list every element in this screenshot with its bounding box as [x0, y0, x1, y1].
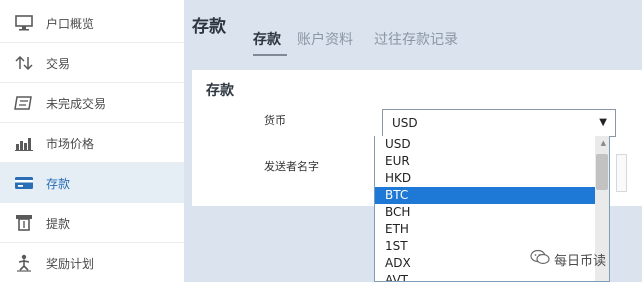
transfer-icon [14, 54, 34, 72]
currency-option[interactable]: AVT [375, 272, 597, 281]
watermark-text: 每日币读 [554, 253, 607, 269]
currency-select[interactable]: USD ▼ [382, 109, 616, 137]
sidebar-item-label: 存款 [46, 176, 71, 191]
sidebar-item-label: 提款 [46, 216, 71, 231]
tab-account-info[interactable]: 账户资料 [297, 29, 353, 49]
sidebar: 户口概览 交易 未完成交易 市场价格 存款 提款 奖励计划 [0, 0, 184, 282]
sidebar-item-account-overview[interactable]: 户口概览 [0, 3, 184, 43]
sidebar-item-pending-trades[interactable]: 未完成交易 [0, 83, 184, 123]
sidebar-item-deposit[interactable]: 存款 [0, 163, 184, 203]
monitor-icon [14, 14, 34, 32]
currency-select-value: USD [392, 116, 418, 130]
sidebar-item-rewards[interactable]: 奖励计划 [0, 243, 184, 282]
sidebar-item-label: 奖励计划 [46, 256, 95, 271]
watermark: 每日币读 [530, 249, 606, 269]
sender-name-label: 发送者名字 [264, 160, 319, 173]
market-chart-icon [14, 134, 34, 152]
rewards-icon [14, 254, 34, 272]
currency-option-highlighted[interactable]: BTC [375, 187, 597, 204]
scroll-up-arrow-icon[interactable]: ▲ [601, 139, 606, 147]
currency-option[interactable]: ETH [375, 221, 597, 238]
page-title: 存款 [192, 17, 226, 37]
tab-deposit[interactable]: 存款 [253, 29, 281, 49]
currency-option[interactable]: BCH [375, 204, 597, 221]
currency-option[interactable]: USD [375, 136, 597, 153]
scrollbar-thumb[interactable] [596, 154, 608, 190]
sidebar-item-label: 户口概览 [46, 16, 95, 31]
sidebar-item-market-prices[interactable]: 市场价格 [0, 123, 184, 163]
sidebar-item-label: 未完成交易 [46, 96, 107, 111]
tab-deposit-history[interactable]: 过往存款记录 [374, 29, 458, 49]
caret-down-icon: ▼ [599, 117, 607, 128]
active-tab-indicator [253, 54, 287, 56]
form-title: 存款 [206, 83, 234, 99]
sidebar-item-withdraw[interactable]: 提款 [0, 203, 184, 243]
pending-orders-icon [14, 94, 34, 112]
currency-option[interactable]: EUR [375, 153, 597, 170]
sidebar-item-label: 市场价格 [46, 136, 95, 151]
sidebar-item-label: 交易 [46, 56, 71, 71]
wechat-icon [530, 249, 550, 269]
sidebar-item-trade[interactable]: 交易 [0, 43, 184, 83]
sender-name-input[interactable] [616, 154, 627, 192]
currency-option[interactable]: HKD [375, 170, 597, 187]
withdraw-icon [14, 214, 34, 232]
deposit-card-icon [14, 174, 34, 192]
currency-label: 货币 [264, 114, 286, 127]
